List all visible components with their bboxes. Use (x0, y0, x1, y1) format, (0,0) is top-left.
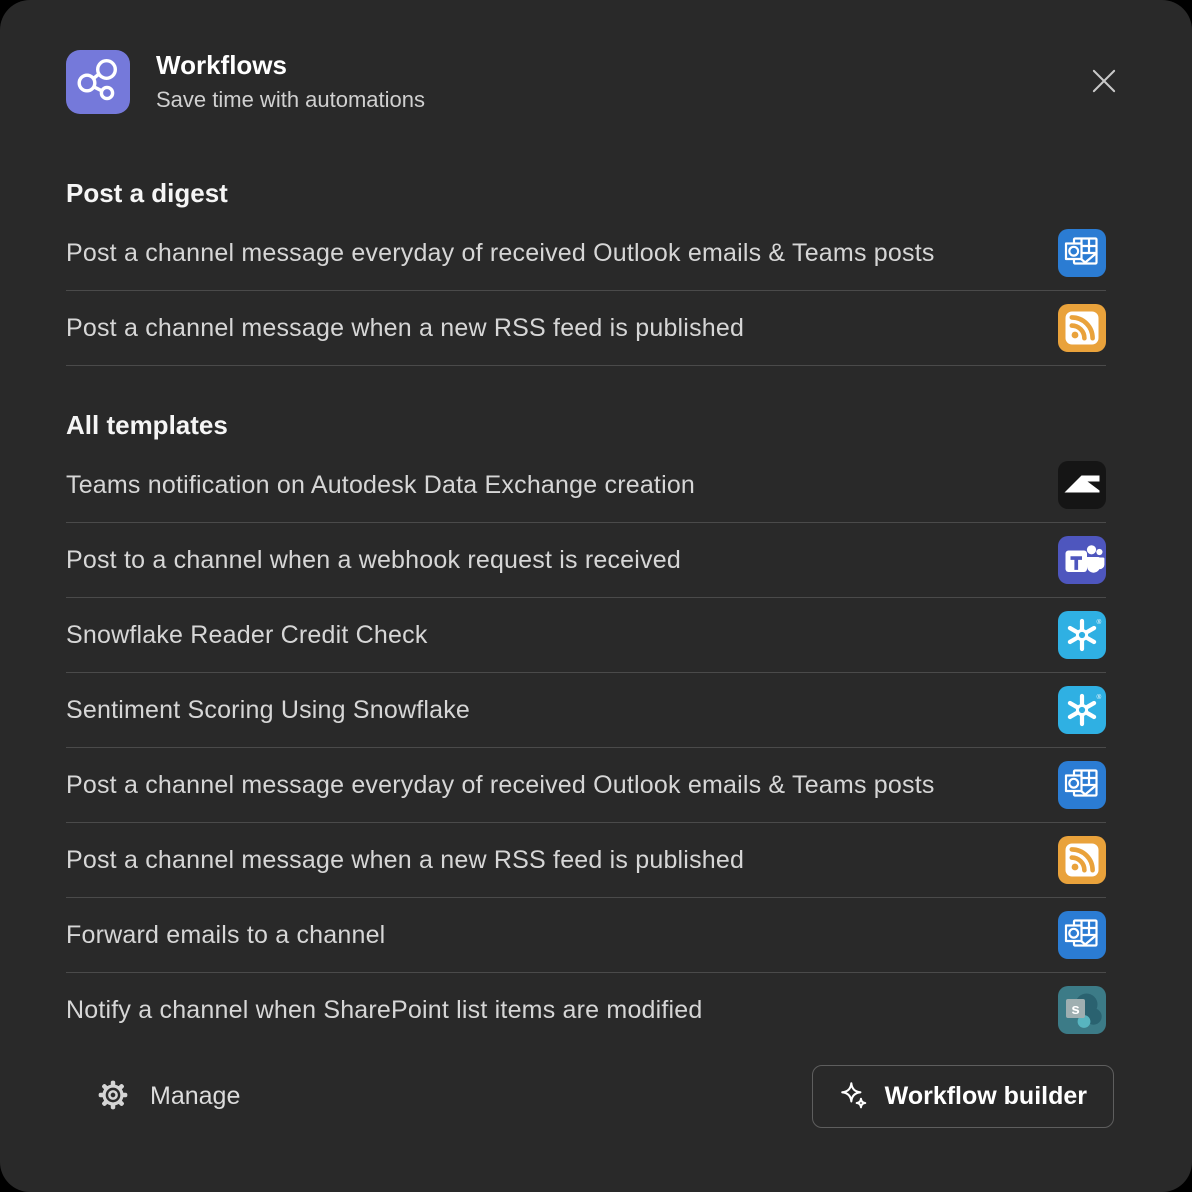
autodesk-icon (1058, 461, 1106, 509)
template-label: Notify a channel when SharePoint list it… (66, 996, 703, 1025)
rss-icon (1058, 836, 1106, 884)
template-label: Post a channel message when a new RSS fe… (66, 846, 744, 875)
outlook-icon (1058, 761, 1106, 809)
svg-text:s: s (1071, 1001, 1079, 1018)
workflow-share-icon (66, 48, 130, 117)
teams-icon (1058, 536, 1106, 584)
workflow-template-row[interactable]: Sentiment Scoring Using Snowflake ® (66, 673, 1106, 748)
gear-icon (96, 1078, 130, 1115)
manage-button[interactable]: Manage (66, 1078, 240, 1115)
dialog-subtitle: Save time with automations (156, 87, 425, 113)
template-list: Post a channel message everyday of recei… (66, 216, 1106, 366)
template-label: Sentiment Scoring Using Snowflake (66, 696, 470, 725)
template-label: Post a channel message everyday of recei… (66, 239, 935, 268)
workflow-template-row[interactable]: Post a channel message when a new RSS fe… (66, 823, 1106, 898)
close-button[interactable] (1084, 62, 1124, 102)
workflows-app-icon (66, 50, 130, 114)
dialog-header: Workflows Save time with automations (0, 0, 1192, 114)
workflow-template-row[interactable]: Post a channel message everyday of recei… (66, 216, 1106, 291)
workflows-dialog: Workflows Save time with automations Pos… (0, 0, 1192, 1192)
sparkles-icon (839, 1080, 869, 1113)
template-section: Post a digest Post a channel message ever… (66, 178, 1106, 366)
workflow-template-row[interactable]: Post a channel message everyday of recei… (66, 748, 1106, 823)
rss-icon (1058, 304, 1106, 352)
section-heading: All templates (66, 410, 1106, 440)
section-heading: Post a digest (66, 178, 1106, 208)
workflow-template-row[interactable]: Snowflake Reader Credit Check ® (66, 598, 1106, 673)
template-list: Teams notification on Autodesk Data Exch… (66, 448, 1106, 1047)
workflow-template-row[interactable]: Post to a channel when a webhook request… (66, 523, 1106, 598)
sharepoint-icon: s (1058, 986, 1106, 1034)
snowflake-icon: ® (1058, 611, 1106, 659)
workflow-builder-button[interactable]: Workflow builder (812, 1065, 1114, 1128)
template-label: Teams notification on Autodesk Data Exch… (66, 471, 695, 500)
workflow-template-row[interactable]: Notify a channel when SharePoint list it… (66, 973, 1106, 1047)
template-label: Forward emails to a channel (66, 921, 385, 950)
manage-label: Manage (150, 1082, 240, 1111)
template-section: All templates Teams notification on Autod… (66, 410, 1106, 1047)
template-sections: Post a digest Post a channel message ever… (0, 178, 1192, 1047)
outlook-icon (1058, 911, 1106, 959)
close-icon (1086, 63, 1122, 102)
template-label: Post a channel message everyday of recei… (66, 771, 935, 800)
workflow-template-row[interactable]: Forward emails to a channel (66, 898, 1106, 973)
template-label: Post to a channel when a webhook request… (66, 546, 681, 575)
snowflake-icon: ® (1058, 686, 1106, 734)
template-label: Post a channel message when a new RSS fe… (66, 314, 744, 343)
workflow-template-row[interactable]: Teams notification on Autodesk Data Exch… (66, 448, 1106, 523)
outlook-icon (1058, 229, 1106, 277)
template-label: Snowflake Reader Credit Check (66, 621, 428, 650)
dialog-title: Workflows (156, 51, 425, 81)
header-text: Workflows Save time with automations (156, 51, 425, 114)
dialog-footer: Manage Workflow builder (66, 1065, 1114, 1128)
svg-text:®: ® (1097, 618, 1102, 626)
svg-text:®: ® (1097, 693, 1102, 701)
workflow-builder-label: Workflow builder (885, 1082, 1087, 1111)
workflow-template-row[interactable]: Post a channel message when a new RSS fe… (66, 291, 1106, 366)
